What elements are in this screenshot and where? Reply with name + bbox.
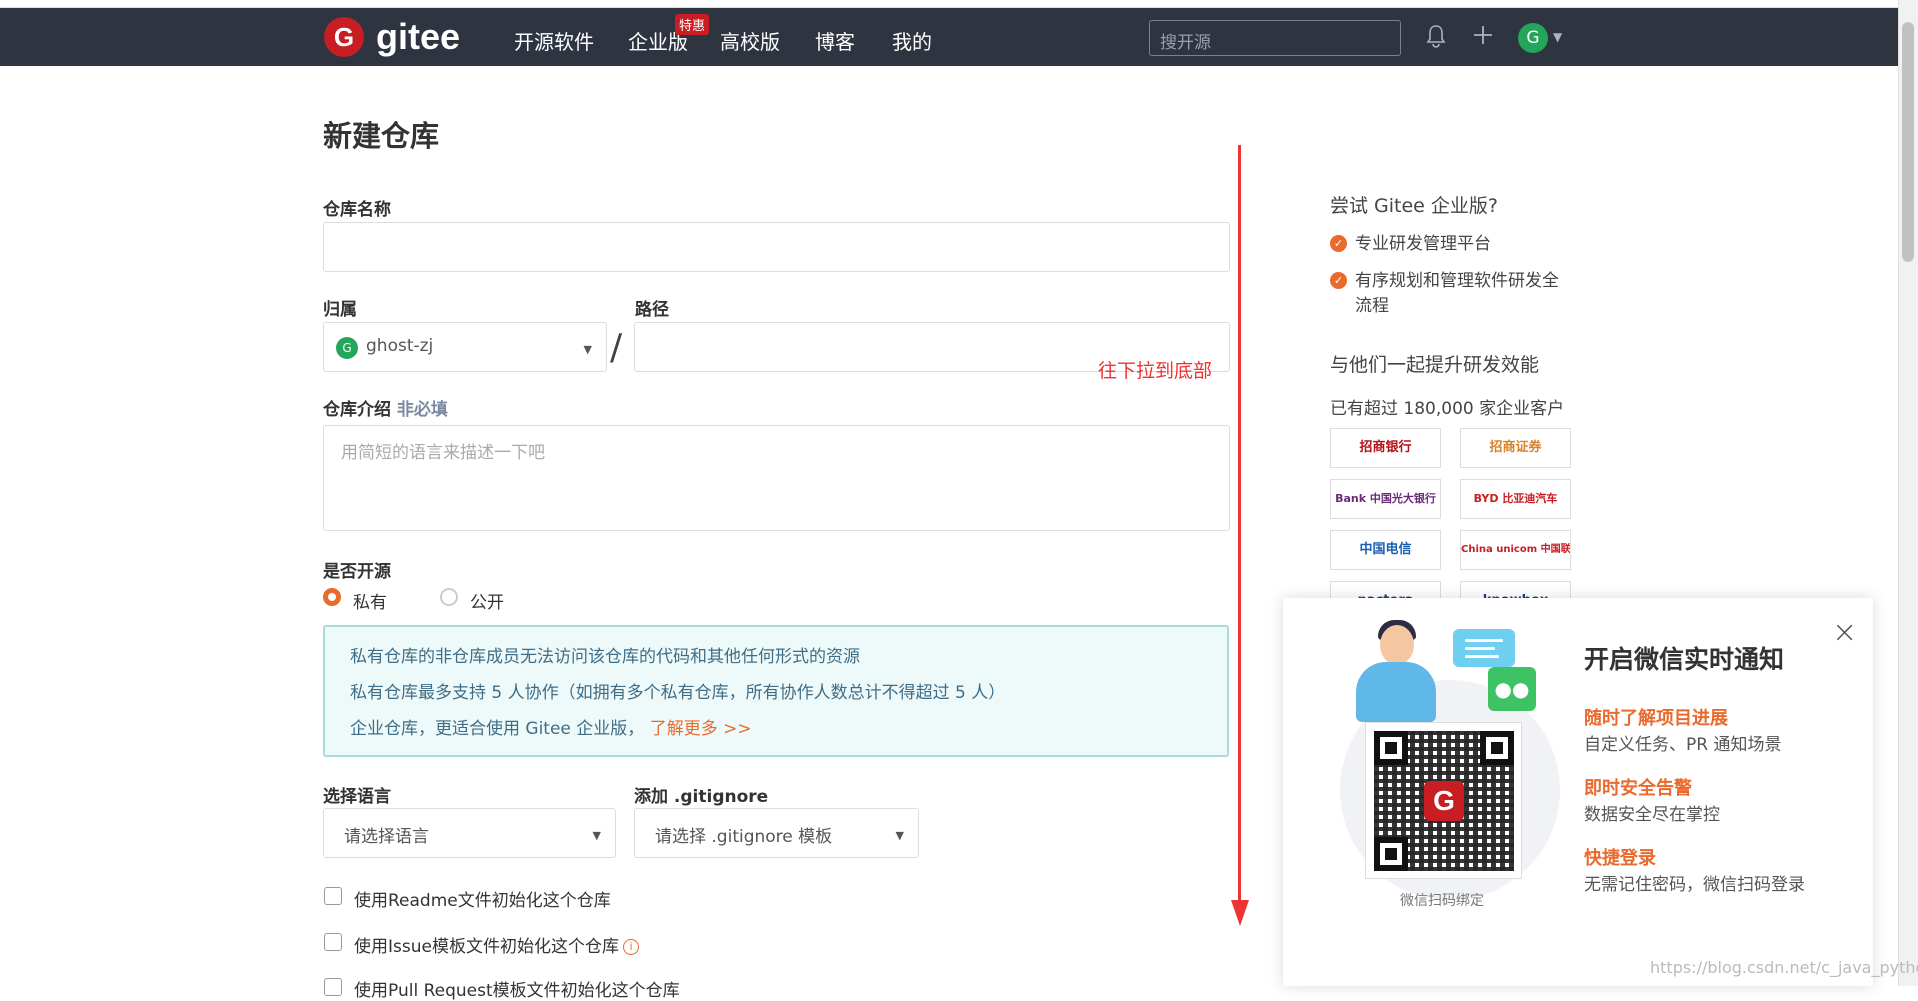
qr-finder bbox=[1480, 731, 1514, 765]
description-label-text: 仓库介绍 bbox=[323, 400, 391, 420]
search-input[interactable]: 搜开源 bbox=[1149, 20, 1401, 56]
wechat-qr-code[interactable]: G bbox=[1365, 722, 1522, 879]
page-title: 新建仓库 bbox=[323, 119, 440, 153]
popup-feature-desc: 数据安全尽在掌控 bbox=[1584, 805, 1720, 825]
enterprise-try-title: 尝试 Gitee 企业版? bbox=[1330, 195, 1498, 217]
popup-feature-heading: 随时了解项目进展 bbox=[1584, 708, 1728, 729]
pr-template-label[interactable]: 使用Pull Request模板文件初始化这个仓库 bbox=[354, 976, 680, 1001]
scroll-annotation: 往下拉到底部 bbox=[1098, 360, 1213, 382]
wechat-icon: ●● bbox=[1488, 667, 1536, 711]
issue-template-label[interactable]: 使用Issue模板文件初始化这个仓库 i bbox=[354, 932, 639, 957]
language-select[interactable]: 请选择语言 ▼ bbox=[323, 808, 616, 858]
owner-select[interactable]: G ghost-zj ▼ bbox=[323, 322, 607, 372]
description-label: 仓库介绍 非必填 bbox=[323, 395, 448, 420]
repo-name-input[interactable] bbox=[323, 222, 1230, 272]
popup-title: 开启微信实时通知 bbox=[1584, 645, 1785, 674]
nav-education[interactable]: 高校版 bbox=[720, 26, 780, 55]
learn-more-link[interactable]: 了解更多 >> bbox=[650, 719, 752, 739]
person-illustration bbox=[1356, 662, 1436, 722]
gitignore-placeholder: 请选择 .gitignore 模板 bbox=[655, 827, 833, 847]
plus-icon[interactable] bbox=[1472, 24, 1494, 52]
close-icon[interactable]: × bbox=[1832, 615, 1857, 650]
owner-avatar: G bbox=[336, 337, 358, 359]
customer-logo: 招商银行 bbox=[1330, 428, 1441, 468]
scrollbar-thumb[interactable] bbox=[1902, 22, 1914, 262]
qr-finder bbox=[1374, 837, 1408, 871]
join-title: 与他们一起提升研发效能 bbox=[1330, 354, 1540, 376]
visibility-label: 是否开源 bbox=[323, 562, 391, 582]
info-line: 企业仓库，更适合使用 Gitee 企业版， 了解更多 >> bbox=[350, 711, 1202, 747]
info-line: 私有仓库最多支持 5 人协作（如拥有多个私有仓库，所有协作人数总计不得超过 5 … bbox=[350, 683, 1006, 703]
path-separator: / bbox=[610, 327, 623, 368]
promo-badge: 特惠 bbox=[675, 14, 710, 35]
pr-template-checkbox[interactable] bbox=[324, 978, 342, 996]
description-placeholder: 用简短的语言来描述一下吧 bbox=[341, 443, 545, 463]
gitignore-select[interactable]: 请选择 .gitignore 模板 ▼ bbox=[634, 808, 919, 858]
language-placeholder: 请选择语言 bbox=[344, 827, 429, 847]
radio-public-label[interactable]: 公开 bbox=[470, 588, 504, 613]
issue-template-label-text: 使用Issue模板文件初始化这个仓库 bbox=[354, 937, 619, 957]
issue-template-checkbox[interactable] bbox=[324, 933, 342, 951]
popup-feature-desc: 无需记住密码，微信扫码登录 bbox=[1584, 875, 1805, 895]
user-avatar[interactable]: G bbox=[1518, 23, 1548, 53]
radio-private[interactable] bbox=[323, 588, 341, 606]
customer-logo: China unicom 中国联通 bbox=[1460, 530, 1571, 570]
customer-logo: Bank 中国光大银行 bbox=[1330, 479, 1441, 519]
feature-item: 专业研发管理平台 bbox=[1355, 234, 1491, 254]
customer-logo: 中国电信 bbox=[1330, 530, 1441, 570]
qr-finder bbox=[1374, 731, 1408, 765]
nav-mine[interactable]: 我的 bbox=[892, 26, 932, 55]
chevron-down-icon: ▼ bbox=[895, 829, 904, 842]
owner-value: ghost-zj bbox=[366, 336, 434, 356]
readme-checkbox[interactable] bbox=[324, 887, 342, 905]
path-label: 路径 bbox=[635, 300, 669, 320]
feature-item: 有序规划和管理软件研发全流程 bbox=[1355, 271, 1559, 316]
check-icon: ✓ bbox=[1330, 235, 1347, 252]
browser-top-strip bbox=[0, 0, 1898, 8]
chevron-down-icon: ▼ bbox=[592, 829, 601, 842]
top-navbar: G gitee 开源软件 企业版 特惠 高校版 博客 我的 搜开源 G ▼ bbox=[0, 8, 1898, 66]
nav-blog[interactable]: 博客 bbox=[815, 26, 855, 55]
check-icon: ✓ bbox=[1330, 272, 1347, 289]
popup-feature-desc: 自定义任务、PR 通知场景 bbox=[1584, 735, 1782, 755]
person-illustration bbox=[1380, 625, 1414, 665]
customer-logo: BYD 比亚迪汽车 bbox=[1460, 479, 1571, 519]
owner-label: 归属 bbox=[323, 300, 357, 320]
popup-feature-heading: 快捷登录 bbox=[1584, 848, 1656, 869]
repo-name-label: 仓库名称 bbox=[323, 200, 391, 220]
scroll-down-arrow bbox=[1238, 145, 1241, 905]
radio-private-label[interactable]: 私有 bbox=[353, 588, 387, 613]
nav-open-source[interactable]: 开源软件 bbox=[514, 26, 594, 55]
language-label: 选择语言 bbox=[323, 787, 391, 807]
csdn-watermark: https://blog.csdn.net/c_java_python bbox=[1650, 958, 1918, 977]
info-icon[interactable]: i bbox=[622, 939, 639, 955]
chevron-down-icon: ▼ bbox=[583, 343, 592, 356]
description-textarea[interactable]: 用简短的语言来描述一下吧 bbox=[323, 425, 1230, 531]
chat-bubble-icon bbox=[1453, 629, 1515, 667]
info-line: 私有仓库的非仓库成员无法访问该仓库的代码和其他任何形式的资源 bbox=[350, 647, 860, 667]
customer-logo: 招商证券 bbox=[1460, 428, 1571, 468]
gitee-logo-text[interactable]: gitee bbox=[376, 16, 460, 58]
gitee-logo-icon[interactable]: G bbox=[324, 17, 364, 57]
bell-icon[interactable] bbox=[1425, 24, 1447, 54]
customer-count: 已有超过 180,000 家企业客户 bbox=[1330, 399, 1565, 419]
private-repo-info: 私有仓库的非仓库成员无法访问该仓库的代码和其他任何形式的资源 私有仓库最多支持 … bbox=[323, 625, 1229, 757]
qr-caption: 微信扫码绑定 bbox=[1400, 893, 1484, 909]
popup-feature-heading: 即时安全告警 bbox=[1584, 778, 1692, 799]
chevron-down-icon[interactable]: ▼ bbox=[1553, 30, 1562, 44]
radio-public[interactable] bbox=[440, 588, 458, 606]
gitee-logo-icon: G bbox=[1424, 781, 1464, 821]
info-line-text: 企业仓库，更适合使用 Gitee 企业版， bbox=[350, 719, 645, 739]
readme-checkbox-label[interactable]: 使用Readme文件初始化这个仓库 bbox=[354, 886, 611, 911]
gitignore-label: 添加 .gitignore bbox=[634, 787, 769, 807]
arrow-down-icon bbox=[1231, 900, 1249, 926]
optional-tag: 非必填 bbox=[396, 400, 448, 420]
